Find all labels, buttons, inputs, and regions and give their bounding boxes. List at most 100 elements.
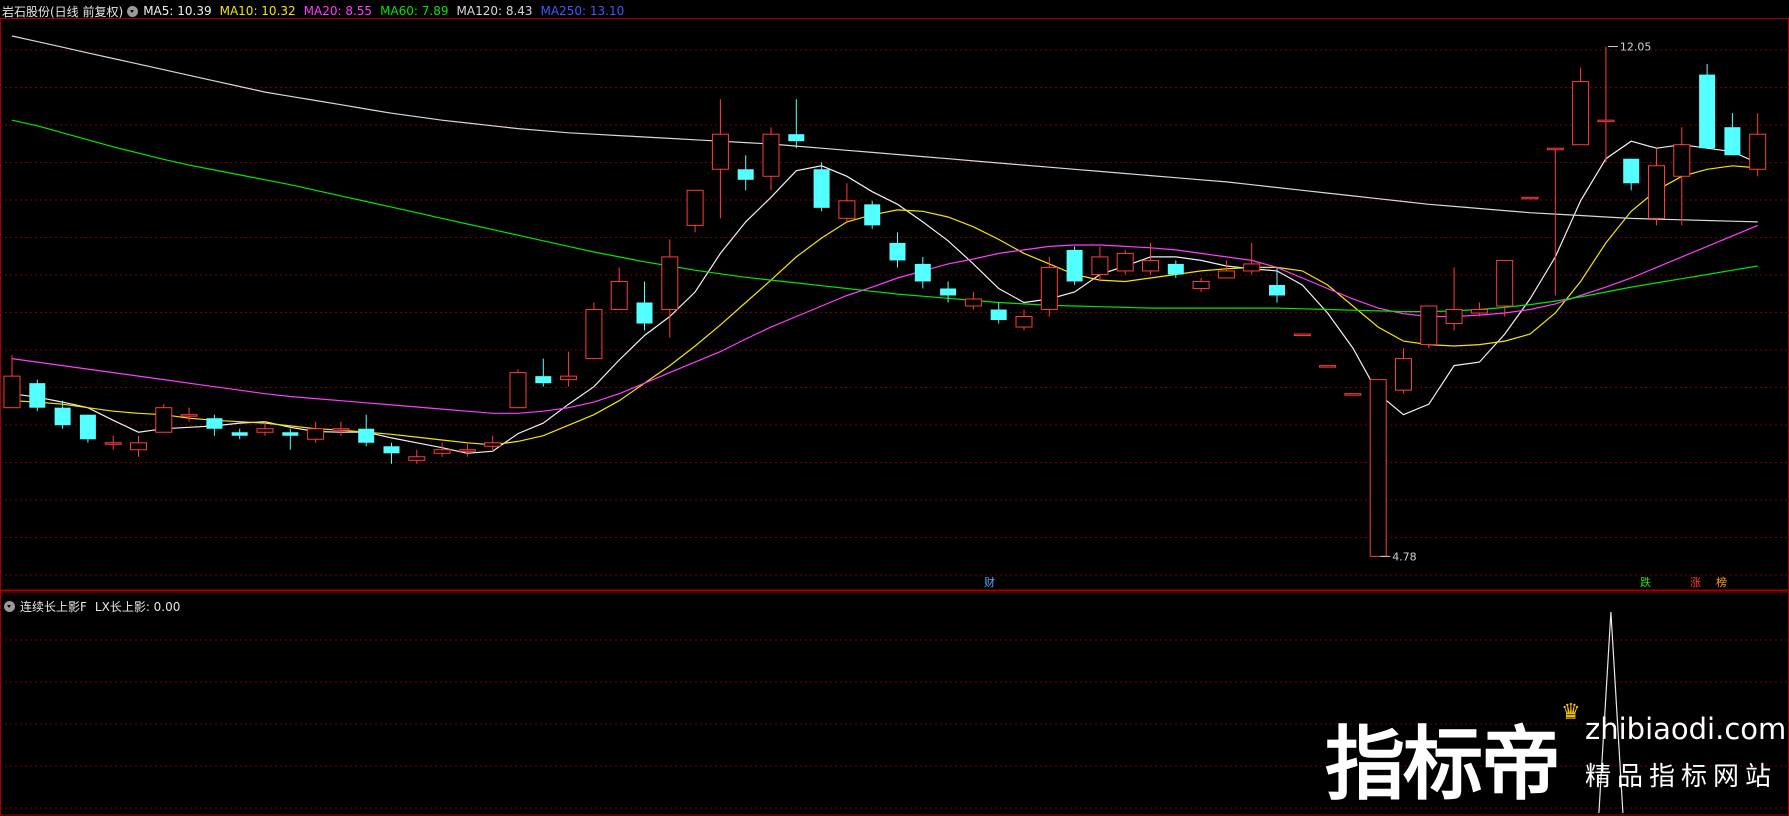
candle-body <box>1699 74 1716 149</box>
candle-body <box>1597 119 1615 123</box>
candle-body <box>332 428 350 431</box>
candle-body <box>180 414 198 417</box>
indicator-value: LX长上影: 0.00 <box>94 599 181 614</box>
candle-body <box>1445 309 1463 325</box>
candle-body <box>1749 133 1767 170</box>
candle-body <box>1167 263 1184 275</box>
main-chart-header: 岩石股份(日线 前复权) MA5: 10.39 MA10: 10.32 MA20: … <box>0 2 632 20</box>
crown-icon: ♛ <box>1561 700 1581 725</box>
watermark-logo-text: 指标帝 <box>1325 718 1561 811</box>
stock-title[interactable]: 岩石股份(日线 前复权) <box>2 3 123 20</box>
candle-body <box>964 298 982 307</box>
candle-body <box>256 428 274 433</box>
candle-body <box>762 133 780 177</box>
candle-body <box>1040 266 1058 311</box>
candle-body <box>130 442 147 451</box>
ma-legend-item: MA10: 10.32 <box>219 4 296 18</box>
ma-legend-item: MA250: 13.10 <box>540 4 625 18</box>
candle-body <box>509 372 527 409</box>
ma-legend: MA5: 10.39 MA10: 10.32 MA20: 8.55 MA60: 7.8… <box>143 4 632 18</box>
ma-line-ma120 <box>11 35 1758 223</box>
candle-body <box>358 428 375 443</box>
candle-body <box>1344 393 1362 396</box>
candle-body <box>1470 309 1488 314</box>
event-cai-marker[interactable]: 财 <box>984 577 995 589</box>
low-price-label: 4.78 <box>1392 550 1417 563</box>
candle-body <box>560 375 578 381</box>
candle-body <box>231 432 248 436</box>
candle-body <box>104 442 122 445</box>
candle-body <box>838 200 856 219</box>
candle-body <box>864 204 881 226</box>
candle-body <box>79 414 96 440</box>
high-price-label: 12.05 <box>1620 41 1652 54</box>
ma-toggle-icon[interactable] <box>127 5 139 17</box>
ma-line-ma10 <box>11 165 1758 446</box>
candle-body <box>686 189 704 226</box>
candle-body <box>155 407 173 433</box>
chart-window: 12.05 4.78 岩石股份(日线 前复权) MA5: 10.39 MA10: 1… <box>0 0 1789 816</box>
candle-body <box>1192 280 1210 289</box>
candle-body <box>585 309 603 360</box>
watermark-url: zhibiaodi.com <box>1585 712 1787 746</box>
candle-body <box>636 302 653 324</box>
event-zhang-marker[interactable]: 涨 <box>1690 577 1701 589</box>
watermark-subtitle: 精品指标网站 <box>1585 762 1778 792</box>
candle-body <box>610 280 628 311</box>
event-bang-marker[interactable]: 榜 <box>1716 577 1727 589</box>
candle-body <box>788 134 805 142</box>
chart-canvas[interactable]: 12.05 4.78 <box>0 0 1789 816</box>
candle-body <box>990 309 1007 321</box>
candle-body <box>1496 259 1514 307</box>
ma-legend-item: MA5: 10.39 <box>143 4 212 18</box>
candle-body <box>1319 365 1337 368</box>
candle-body <box>282 432 299 436</box>
candle-body <box>1673 144 1691 177</box>
indicator-header: 连续长上影F LX长上影: 0.00 <box>0 597 180 615</box>
candle-body <box>535 376 552 384</box>
candle-body <box>1243 263 1261 272</box>
candle-body <box>661 256 679 311</box>
candle-body <box>1269 284 1285 296</box>
candle-body <box>1066 249 1083 282</box>
candle-body <box>3 375 21 409</box>
candle-body <box>29 383 46 408</box>
candle-body <box>206 418 223 429</box>
candle-body <box>1572 81 1590 146</box>
candle-body <box>458 449 476 452</box>
candle-body <box>1395 358 1412 391</box>
candle-body <box>1521 196 1539 200</box>
event-die-marker[interactable]: 跌 <box>1640 577 1651 589</box>
watermark: 指标帝 ♛ zhibiaodi.com 精品指标网站 <box>1325 700 1787 811</box>
indicator-name[interactable]: 连续长上影F <box>20 598 87 615</box>
candle-body <box>737 169 754 180</box>
candle-body <box>813 169 830 208</box>
candle-body <box>484 442 502 447</box>
candle-body <box>940 288 957 296</box>
candle-body <box>1293 333 1311 337</box>
candle-body <box>1420 305 1438 346</box>
candle-body <box>1648 165 1665 219</box>
candle-body <box>1724 127 1741 156</box>
candle-body <box>1217 270 1235 279</box>
candle-body <box>1116 252 1134 272</box>
candle-body <box>1546 147 1564 151</box>
ma-legend-item: MA120: 8.43 <box>456 4 533 18</box>
ma-line-ma20 <box>11 224 1758 414</box>
ma-line-ma5 <box>11 140 1758 454</box>
candle-body <box>54 407 71 426</box>
candle-body <box>711 133 729 170</box>
candle-body <box>889 242 906 261</box>
candle-body <box>914 263 931 282</box>
indicator-toggle-icon[interactable] <box>4 600 15 612</box>
candle-body <box>1091 256 1109 275</box>
candle-body <box>307 428 325 440</box>
candle-body <box>1369 379 1387 557</box>
candle-body <box>1142 259 1159 272</box>
candle-body <box>383 446 400 454</box>
ma-legend-item: MA20: 8.55 <box>303 4 373 18</box>
candle-body <box>1015 316 1033 328</box>
candle-body <box>408 456 426 461</box>
candle-body <box>1623 158 1640 184</box>
ma-legend-item: MA60: 7.89 <box>380 4 449 18</box>
